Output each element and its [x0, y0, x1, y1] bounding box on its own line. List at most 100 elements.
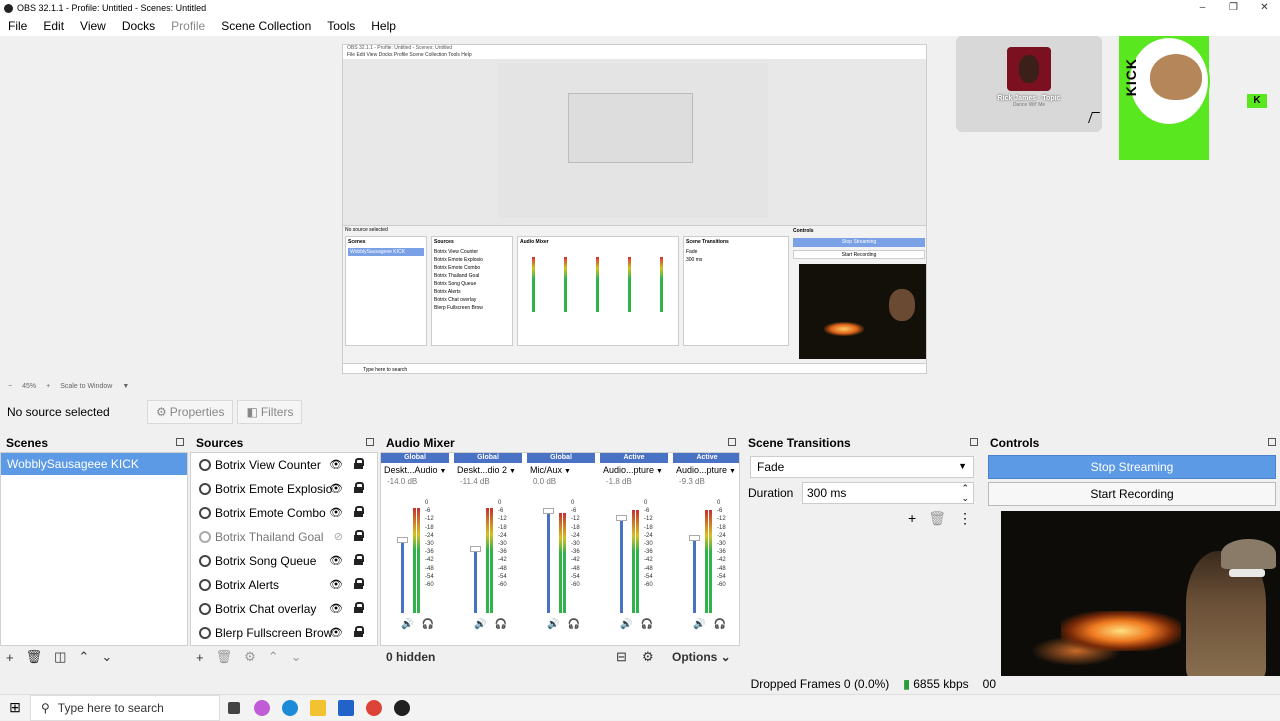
advanced-audio-icon[interactable]: ⚙: [642, 649, 654, 665]
spin-arrows-icon[interactable]: ⌃ ⌄: [961, 483, 969, 503]
undock-icon[interactable]: [1268, 438, 1276, 446]
minimize-button[interactable]: –: [1187, 0, 1218, 16]
menu-docks[interactable]: Docks: [114, 19, 163, 33]
maximize-button[interactable]: ❐: [1218, 0, 1249, 16]
channel-name[interactable]: Audio...pture ▼: [673, 463, 739, 477]
eye-icon[interactable]: 👁: [329, 458, 343, 471]
speaker-icon[interactable]: 🔊: [620, 619, 632, 630]
undock-icon[interactable]: [728, 438, 736, 446]
headphones-icon[interactable]: 🎧: [421, 619, 433, 630]
lock-icon[interactable]: [354, 458, 364, 469]
speaker-icon[interactable]: 🔊: [547, 619, 559, 630]
volume-slider-handle[interactable]: [616, 515, 627, 522]
file-explorer-icon[interactable]: [304, 695, 332, 721]
lock-icon[interactable]: [354, 482, 364, 493]
scene-filters-icon[interactable]: ◫: [54, 649, 66, 665]
speaker-icon[interactable]: 🔊: [474, 619, 486, 630]
source-item[interactable]: Botrix Thailand Goal ⊘: [191, 525, 377, 549]
source-item[interactable]: Botrix Song Queue 👁: [191, 549, 377, 573]
add-transition-icon[interactable]: +: [908, 510, 916, 527]
filters-button[interactable]: ◧ Filters: [237, 400, 303, 424]
source-item[interactable]: Blerp Fullscreen Brow 👁: [191, 621, 377, 645]
move-up-icon[interactable]: ⌃: [78, 649, 89, 665]
speaker-icon[interactable]: 🔊: [693, 619, 705, 630]
menu-tools[interactable]: Tools: [319, 19, 363, 33]
layout-icon[interactable]: ⊟: [616, 649, 627, 665]
headphones-icon[interactable]: 🎧: [567, 619, 579, 630]
menu-profile[interactable]: Profile: [163, 19, 213, 33]
more-options-icon[interactable]: ⋮: [958, 510, 972, 527]
windows-start-icon[interactable]: ⊞: [0, 699, 30, 716]
undock-icon[interactable]: [970, 438, 978, 446]
source-item[interactable]: Botrix Emote Combo 👁: [191, 501, 377, 525]
zoom-mode[interactable]: Scale to Window: [60, 383, 112, 390]
undock-icon[interactable]: [176, 438, 184, 446]
volume-slider[interactable]: [547, 510, 550, 613]
headphones-icon[interactable]: 🎧: [494, 619, 506, 630]
headphones-icon[interactable]: 🎧: [640, 619, 652, 630]
menu-help[interactable]: Help: [363, 19, 404, 33]
lock-icon[interactable]: [354, 530, 364, 541]
speaker-icon[interactable]: 🔊: [401, 619, 413, 630]
eye-icon[interactable]: 👁: [329, 554, 343, 567]
menu-edit[interactable]: Edit: [35, 19, 72, 33]
volume-slider[interactable]: [401, 540, 404, 613]
taskbar-search[interactable]: ⚲ Type here to search: [30, 694, 220, 721]
lock-icon[interactable]: [354, 578, 364, 589]
volume-slider-handle[interactable]: [470, 546, 481, 553]
eye-icon[interactable]: 👁: [329, 602, 343, 615]
channel-name[interactable]: Deskt...dio 2 ▼: [454, 463, 522, 477]
source-item[interactable]: Botrix Alerts 👁: [191, 573, 377, 597]
eye-icon[interactable]: 👁: [329, 506, 343, 519]
chrome-icon[interactable]: [360, 695, 388, 721]
zoom-plus[interactable]: +: [46, 383, 50, 390]
copilot-icon[interactable]: [248, 695, 276, 721]
preview-canvas[interactable]: OBS 32.1.1 - Profile: Untitled - Scenes:…: [0, 36, 1280, 378]
edge-icon[interactable]: [276, 695, 304, 721]
lock-icon[interactable]: [354, 626, 364, 637]
start-recording-button[interactable]: Start Recording: [988, 482, 1276, 506]
store-icon[interactable]: [332, 695, 360, 721]
undock-icon[interactable]: [366, 438, 374, 446]
add-scene-icon[interactable]: +: [6, 650, 14, 665]
lock-icon[interactable]: [354, 554, 364, 565]
lock-icon[interactable]: [354, 602, 364, 613]
source-item[interactable]: Botrix Chat overlay 👁: [191, 597, 377, 621]
add-source-icon[interactable]: +: [196, 650, 204, 665]
remove-scene-icon[interactable]: 🗑: [26, 649, 43, 665]
options-button[interactable]: Options ⌄: [672, 650, 731, 664]
move-up-icon[interactable]: ⌃: [268, 649, 279, 665]
remove-source-icon[interactable]: 🗑: [216, 649, 233, 665]
stop-streaming-button[interactable]: Stop Streaming: [988, 455, 1276, 479]
volume-slider-handle[interactable]: [543, 507, 554, 514]
source-item[interactable]: Botrix Emote Explosio 👁: [191, 477, 377, 501]
move-down-icon[interactable]: ⌄: [291, 649, 302, 665]
channel-name[interactable]: Audio...pture ▼: [600, 463, 668, 477]
volume-slider-handle[interactable]: [689, 535, 700, 542]
channel-name[interactable]: Mic/Aux ▼: [527, 463, 595, 477]
task-view-icon[interactable]: [220, 695, 248, 721]
volume-slider[interactable]: [620, 518, 623, 613]
lock-icon[interactable]: [354, 506, 364, 517]
properties-button[interactable]: ⚙ Properties: [147, 400, 234, 424]
close-button[interactable]: ✕: [1249, 0, 1280, 16]
scene-item-wobblysausageee-kick[interactable]: WobblySausageee KICK: [1, 453, 187, 475]
volume-slider[interactable]: [474, 549, 477, 613]
remove-transition-icon[interactable]: 🗑: [928, 510, 946, 527]
chevron-down-icon[interactable]: ▼: [122, 383, 129, 390]
menu-file[interactable]: File: [0, 19, 35, 33]
transition-select[interactable]: Fade ▼: [750, 456, 974, 478]
menu-view[interactable]: View: [72, 19, 114, 33]
volume-slider-handle[interactable]: [397, 537, 408, 544]
obs-icon[interactable]: [388, 695, 416, 721]
eye-icon[interactable]: 👁: [329, 578, 343, 591]
duration-spinbox[interactable]: 300 ms ⌃ ⌄: [802, 482, 974, 504]
source-properties-icon[interactable]: ⚙: [244, 649, 256, 665]
eye-icon[interactable]: 👁: [329, 482, 343, 495]
zoom-minus[interactable]: −: [8, 383, 12, 390]
headphones-icon[interactable]: 🎧: [713, 619, 725, 630]
menu-scene-collection[interactable]: Scene Collection: [213, 19, 319, 33]
source-item[interactable]: Botrix View Counter 👁: [191, 453, 377, 477]
eye-hidden-icon[interactable]: ⊘: [334, 530, 343, 543]
volume-slider[interactable]: [693, 538, 696, 613]
